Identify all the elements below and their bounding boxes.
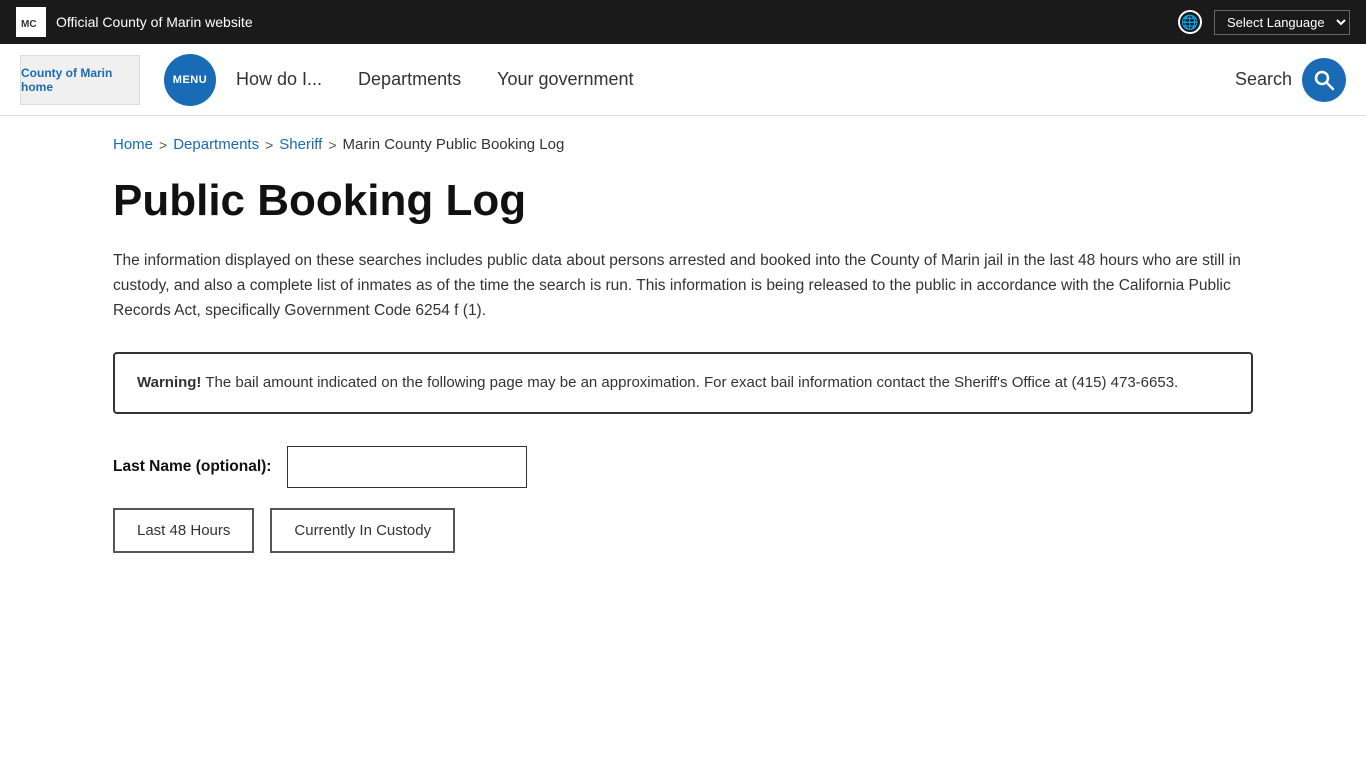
page-title: Public Booking Log <box>113 177 1253 225</box>
main-nav: County of Marin home MENU How do I... De… <box>0 44 1366 116</box>
search-button[interactable] <box>1302 58 1346 102</box>
breadcrumb-sep-2: > <box>265 137 273 153</box>
language-select[interactable]: Select Language <box>1214 10 1350 35</box>
breadcrumb: Home > Departments > Sheriff > Marin Cou… <box>113 136 1253 153</box>
nav-how-do-i[interactable]: How do I... <box>236 69 322 90</box>
warning-box: Warning! The bail amount indicated on th… <box>113 352 1253 415</box>
search-label: Search <box>1235 69 1292 90</box>
breadcrumb-current: Marin County Public Booking Log <box>343 136 565 153</box>
form-row: Last Name (optional): <box>113 446 1253 488</box>
warning-text: The bail amount indicated on the followi… <box>201 374 1178 391</box>
page-description: The information displayed on these searc… <box>113 249 1253 323</box>
globe-icon[interactable]: 🌐 <box>1178 10 1202 34</box>
breadcrumb-home[interactable]: Home <box>113 136 153 153</box>
top-bar-right: 🌐 Select Language <box>1178 10 1350 35</box>
last-name-label: Last Name (optional): <box>113 458 271 476</box>
content-area: Home > Departments > Sheriff > Marin Cou… <box>83 116 1283 593</box>
home-link[interactable]: County of Marin home <box>20 55 140 105</box>
nav-links: How do I... Departments Your government <box>236 69 1235 90</box>
site-title: Official County of Marin website <box>56 14 253 30</box>
county-logo-small: MC <box>16 7 46 37</box>
breadcrumb-sheriff[interactable]: Sheriff <box>279 136 322 153</box>
currently-in-custody-button[interactable]: Currently In Custody <box>270 508 455 553</box>
nav-your-government[interactable]: Your government <box>497 69 633 90</box>
logo-image: County of Marin home <box>20 55 140 105</box>
menu-button[interactable]: MENU <box>164 54 216 106</box>
top-bar: MC Official County of Marin website 🌐 Se… <box>0 0 1366 44</box>
breadcrumb-departments[interactable]: Departments <box>173 136 259 153</box>
warning-bold-label: Warning! <box>137 374 201 391</box>
nav-logo[interactable]: County of Marin home <box>20 55 140 105</box>
breadcrumb-sep-3: > <box>328 137 336 153</box>
breadcrumb-sep-1: > <box>159 137 167 153</box>
svg-text:MC: MC <box>21 19 37 30</box>
nav-search: Search <box>1235 58 1346 102</box>
nav-departments[interactable]: Departments <box>358 69 461 90</box>
last-48-hours-button[interactable]: Last 48 Hours <box>113 508 254 553</box>
top-bar-left: MC Official County of Marin website <box>16 7 253 37</box>
last-name-input[interactable] <box>287 446 527 488</box>
search-icon <box>1313 69 1335 91</box>
button-row: Last 48 Hours Currently In Custody <box>113 508 1253 553</box>
